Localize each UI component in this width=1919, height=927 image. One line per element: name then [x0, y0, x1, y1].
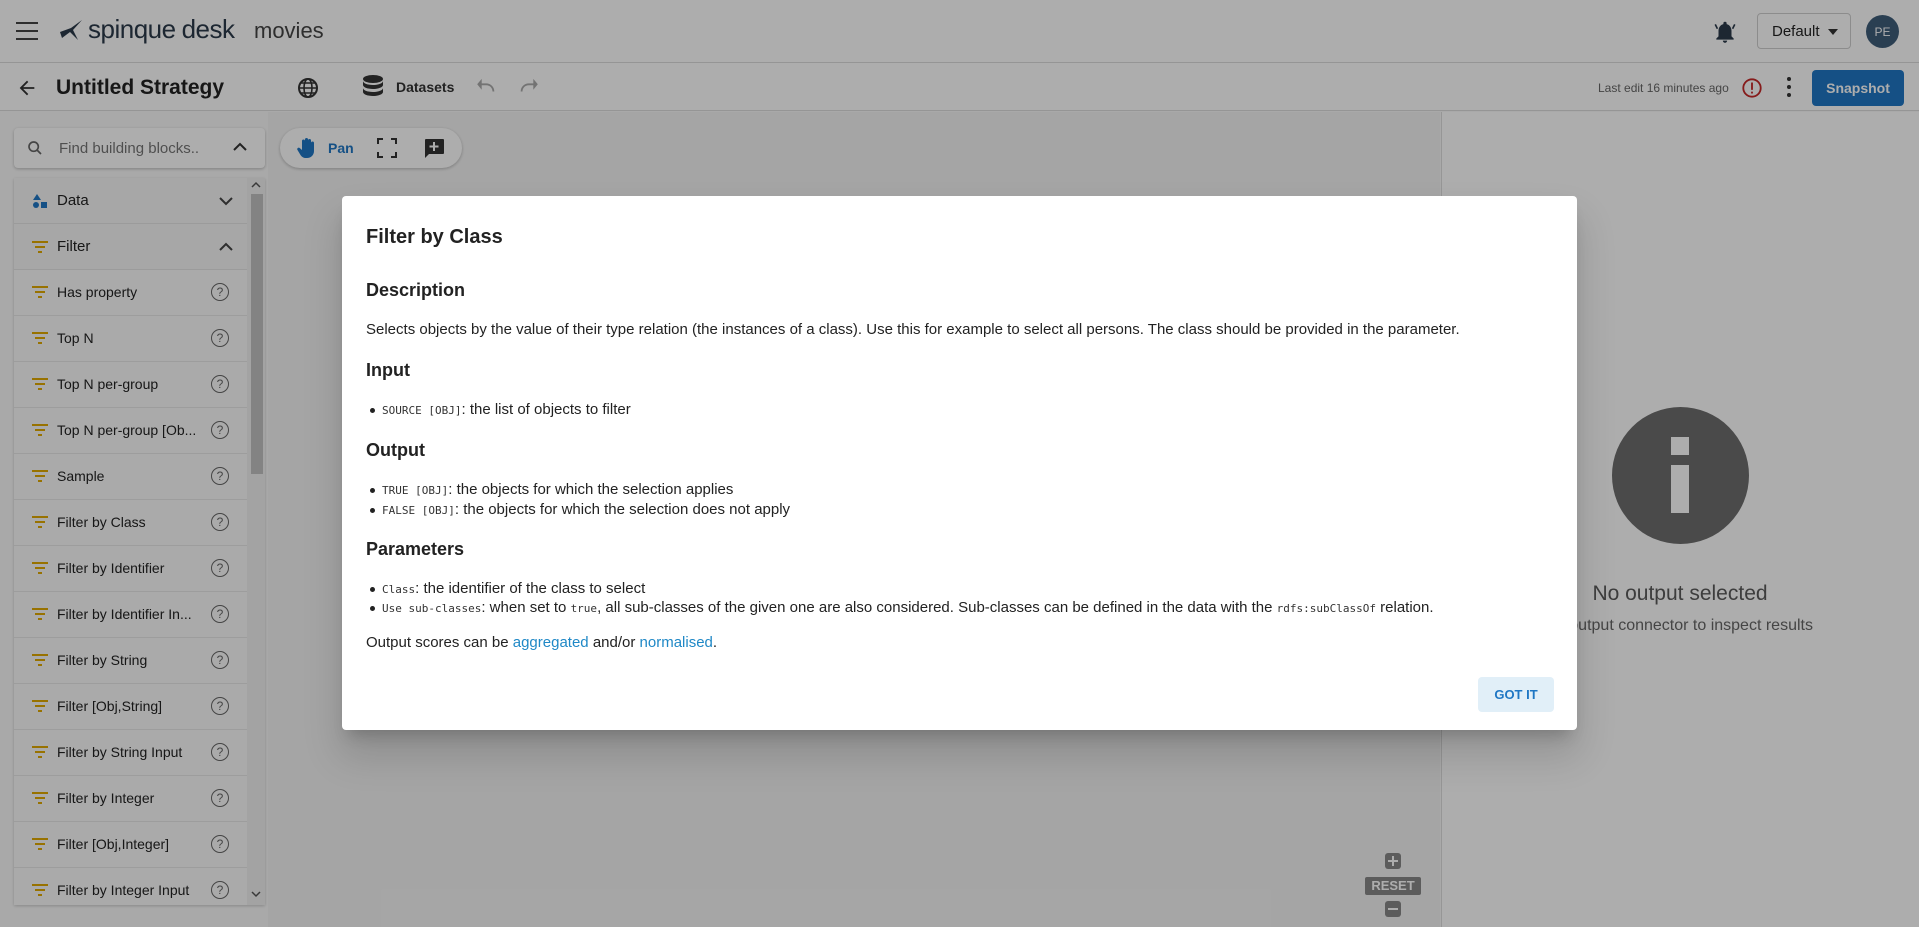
param-subclasses-text: , all sub-classes of the given one are a… [597, 599, 1277, 616]
output-true-code: TRUE [OBJ] [382, 484, 449, 497]
input-heading: Input [366, 360, 410, 380]
description-heading: Description [366, 280, 466, 300]
parameters-heading: Parameters [366, 539, 465, 559]
input-text: : the list of objects to filter [461, 401, 631, 418]
output-true-text: : the objects for which the selection ap… [448, 481, 734, 498]
param-class-text: : the identifier of the class to select [415, 580, 646, 597]
output-heading: Output [366, 440, 425, 460]
description-text: Selects objects by the value of their ty… [366, 321, 1460, 338]
scores-text: Output scores can be [366, 634, 513, 651]
param-rdfs-code: rdfs:subClassOf [1276, 602, 1376, 615]
input-code: SOURCE [OBJ] [382, 404, 462, 417]
param-subclasses-text: relation. [1375, 599, 1434, 616]
scores-note: Output scores can be aggregated and/or n… [366, 634, 717, 651]
param-true-code: true [570, 602, 598, 615]
param-subclasses-item: Use sub-classes: when set to true, all s… [370, 599, 1434, 616]
normalised-link[interactable]: normalised [640, 634, 713, 651]
output-false-item: FALSE [OBJ]: the objects for which the s… [369, 501, 791, 518]
param-subclasses-text: : when set to [481, 599, 571, 616]
aggregated-link[interactable]: aggregated [513, 634, 589, 651]
got-it-button[interactable]: GOT IT [1478, 677, 1554, 712]
input-item: SOURCE [OBJ]: the list of objects to fil… [370, 401, 631, 418]
output-false-text: : the objects for which the selection do… [454, 501, 791, 518]
output-false-code: FALSE [OBJ] [382, 504, 455, 517]
dialog-title: Filter by Class [366, 226, 503, 248]
scores-text: . [712, 634, 718, 651]
param-subclasses-code: Use sub-classes [382, 602, 482, 615]
block-info-dialog: Filter by Class Description Selects obje… [342, 196, 1577, 730]
output-true-item: TRUE [OBJ]: the objects for which the se… [369, 481, 734, 498]
param-class-item: Class: the identifier of the class to se… [369, 580, 646, 597]
param-class-code: Class [382, 583, 416, 596]
scores-text: and/or [588, 634, 640, 651]
